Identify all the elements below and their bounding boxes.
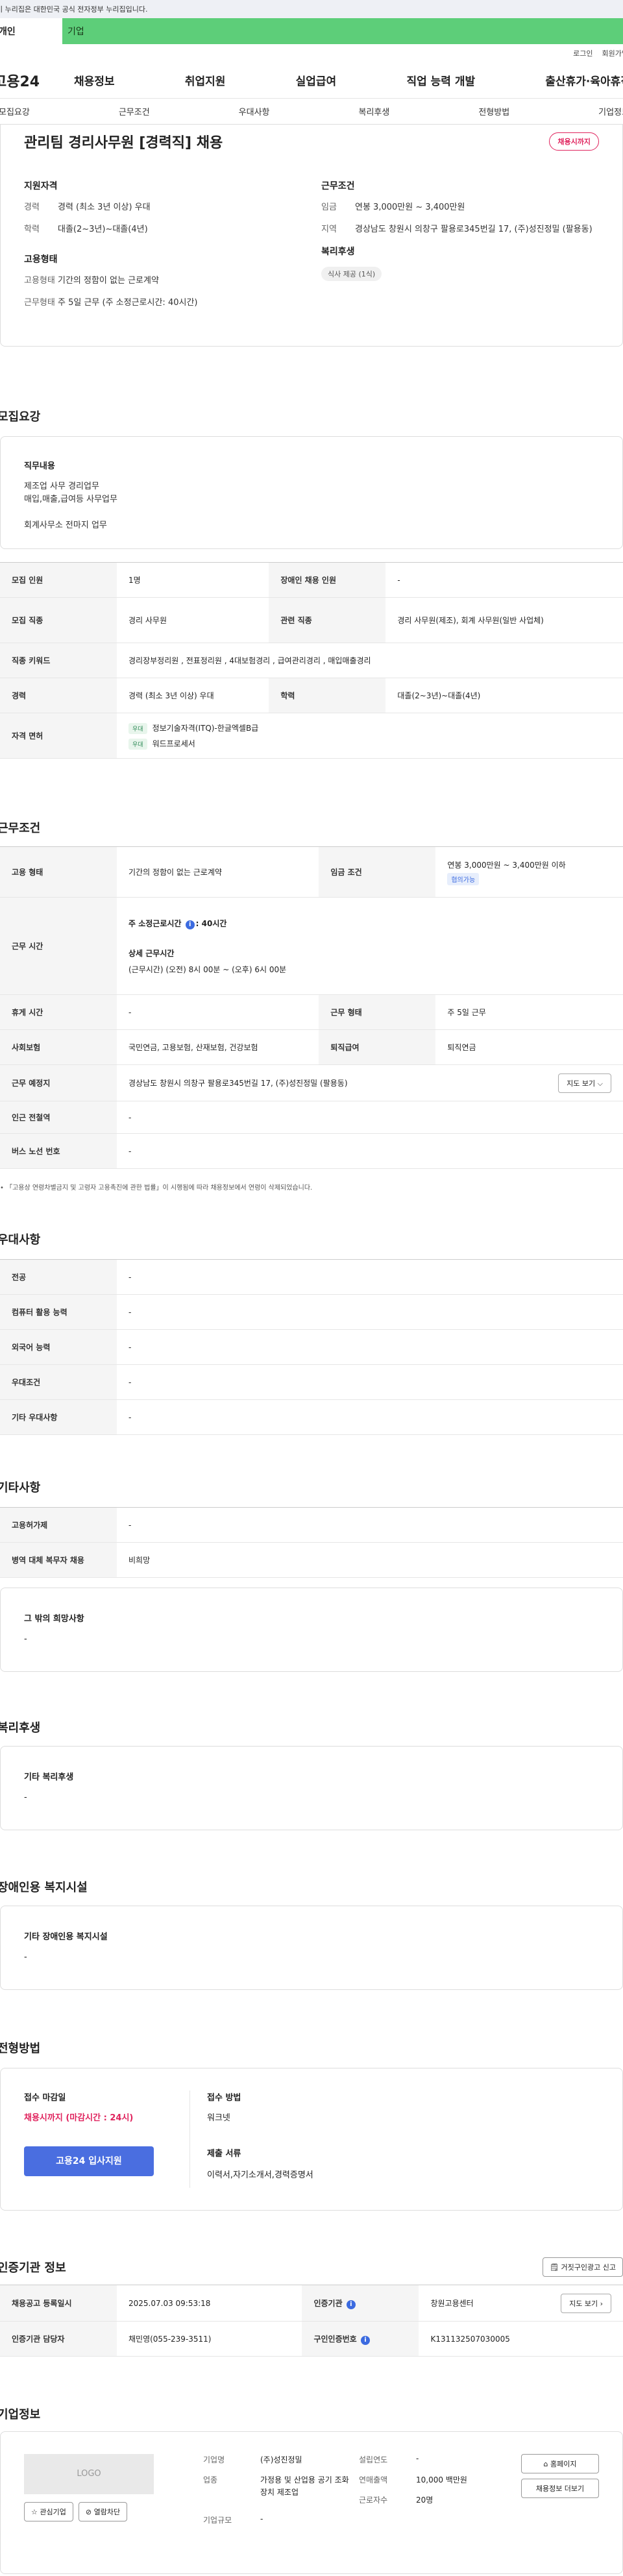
job-summary-card: 관리팀 경리사무원 [경력직] 채용 채용시까지 지원자격 경력 경력 (최소 3… — [0, 125, 623, 347]
welfare-box: 기타 복리후생 - — [0, 1746, 623, 1830]
info-icon[interactable]: i — [346, 2300, 356, 2309]
summary-qualification: 지원자격 경력 경력 (최소 3년 이상) 우대 학력 대졸(2~3년)~대졸(4년… — [24, 179, 302, 236]
info-icon[interactable]: i — [360, 2335, 370, 2345]
pref-section: 우대사항 — [0, 1233, 41, 1247]
duty-line — [24, 506, 599, 519]
gnb-item-parental-leave[interactable]: 출산휴가·육아휴직 — [545, 72, 623, 88]
gnb-menu: 채용정보 취업지원 실업급여 직업 능력 개발 출산휴가·육아휴직 — [45, 72, 623, 88]
gnb-item-training[interactable]: 직업 능력 개발 — [406, 72, 475, 88]
detail-hours: (근무시간) (오전) 8시 00분 ~ (오후) 6시 00분 — [128, 964, 287, 974]
tab-company[interactable]: 기업 — [62, 18, 623, 44]
age-note: • 「고용상 연령차별금지 및 고령자 고용촉진에 관한 법률」이 시행됨에 따… — [0, 1184, 313, 1192]
work-place-value: 경상남도 창원시 의창구 팔용로345번길 17, (주)성진정밀 (팔용동) — [128, 1079, 348, 1088]
info-icon[interactable]: i — [185, 920, 195, 929]
job-value: 경리 사무원 — [117, 597, 269, 643]
duty-box: 직무내용 제조업 사무 경리업무 매입,매출,급여등 사무업무 회계사무소 전마… — [0, 436, 623, 549]
gov-banner-text: 이 누리집은 대한민국 공식 전자정부 누리집입니다. — [0, 5, 148, 14]
star-icon: ☆ — [31, 2508, 38, 2516]
section-tab-welfare[interactable]: 복리후생 — [358, 105, 389, 117]
process-section: 전형방법 — [0, 2042, 41, 2055]
summary-conditions: 근무조건 임금 연봉 3,000만원 ~ 3,400만원 지역 경상남도 창원시 의… — [321, 179, 599, 236]
deadline-value: 채용시까지 (마감시간 : 24시) — [24, 2113, 134, 2123]
summary-welfare: 복리후생 식사 제공 (1식) — [321, 245, 599, 281]
license-pref-tag: 우대 — [128, 722, 147, 734]
company-logo: LOGO — [24, 2454, 154, 2494]
chevron-right-icon: › — [600, 2299, 603, 2308]
recruit-section: 모집요강 — [0, 408, 623, 424]
block-icon: ⊘ — [85, 2508, 92, 2516]
map-button[interactable]: 지도 보기 ⌵ — [558, 1073, 611, 1093]
gov-banner: 이 누리집은 대한민국 공식 전자정부 누리집입니다. — [0, 0, 623, 18]
deadline-badge: 채용시까지 — [549, 132, 599, 151]
site-logo[interactable]: 고용24 — [0, 70, 45, 91]
work-table: 고용 형태 기간의 정함이 없는 근로계약 임금 조건 연봉 3,000만원 ~… — [0, 846, 623, 1192]
wish-box: 그 밖의 희망사항 - — [0, 1588, 623, 1672]
summary-region: 경상남도 창원시 의창구 팔용로345번길 17, (주)성진정밀 (팔용동) — [355, 224, 592, 234]
summary-education: 대졸(2~3년)~대졸(4년) — [58, 224, 148, 234]
wage-value: 연봉 3,000만원 ~ 3,400만원 이하 — [447, 860, 566, 870]
chevron-down-icon: ⌵ — [597, 1079, 603, 1088]
auth-section: 인증기관 정보 🗒 거짓구인광고 신고 — [0, 2257, 623, 2277]
welfare-section: 복리후생 — [0, 1721, 41, 1735]
license-list: 우대 정보기술자격(ITQ)-한글엑셀B급 우대 워드프로세서 — [117, 713, 623, 759]
section-tab-pref[interactable]: 우대사항 — [239, 105, 270, 117]
company-name: (주)성진정밀 — [260, 2455, 302, 2464]
disabled-section: 장애인용 복지시설 — [0, 1881, 88, 1895]
pref-table: 전공 - 컴퓨터 활용 능력 - 외국어 능력 - 우대조건 - 기타 우대사항 - — [0, 1259, 623, 1435]
report-icon: 🗒 — [550, 2263, 559, 2272]
license-pref-tag: 우대 — [128, 738, 147, 750]
section-tab-process[interactable]: 전형방법 — [478, 105, 509, 117]
recruit-title: 모집요강 — [0, 410, 41, 424]
favorite-company-button[interactable]: ☆ 관심기업 — [24, 2502, 73, 2521]
section-tab-recruit[interactable]: 모집요강 — [0, 105, 30, 117]
summary-employment: 고용형태 고용형태 기간의 정함이 없는 근로계약 근무형태 주 5일 근무 (주 … — [24, 254, 198, 308]
process-box: 접수 마감일 채용시까지 (마감시간 : 24시) 고용24 입사지원 접수 방… — [0, 2068, 623, 2211]
section-tabs: 모집요강 근무조건 우대사항 복리후생 전형방법 기업정보 — [0, 99, 623, 125]
util-links: 로그인 회원가입 — [0, 44, 623, 62]
auth-table: 채용공고 등록일시 2025.07.03 09:53:18 인증기관 i 창원고… — [0, 2285, 623, 2357]
gnb-item-unemployment-benefit[interactable]: 실업급여 — [296, 72, 337, 88]
etc-section: 기타사항 — [0, 1481, 41, 1495]
recruit-table: 모집 인원 1명 장애인 채용 인원 - 모집 직종 경리 사무원 관련 직종 … — [0, 562, 623, 759]
duty-line: 매입,매출,급여등 사무업무 — [24, 495, 117, 505]
summary-career: 경력 (최소 3년 이상) 우대 — [58, 202, 151, 212]
homepage-button[interactable]: ⌂ 홈페이지 — [521, 2454, 599, 2473]
gnb-item-employment-support[interactable]: 취업지원 — [185, 72, 226, 88]
negotiable-tag: 협의가능 — [447, 872, 480, 885]
company-box: LOGO ☆ 관심기업 ⊘ 열람차단 기업명 (주)성진정밀 설립연도 - 업종… — [0, 2431, 623, 2574]
job-title: 관리팀 경리사무원 [경력직] 채용 — [24, 135, 223, 151]
keyword-value: 경리장부정리원 , 전표정리원 , 4대보험경리 , 급여관리경리 , 매입매출… — [117, 643, 623, 678]
auth-map-button[interactable]: 지도 보기 › — [561, 2293, 611, 2313]
block-view-button[interactable]: ⊘ 열람차단 — [78, 2502, 128, 2521]
apply-button[interactable]: 고용24 입사지원 — [24, 2146, 154, 2176]
report-button[interactable]: 🗒 거짓구인광고 신고 — [543, 2257, 623, 2277]
summary-wage: 연봉 3,000만원 ~ 3,400만원 — [355, 202, 465, 212]
login-link[interactable]: 로그인 — [573, 48, 592, 58]
headcount-value: 1명 — [117, 562, 269, 598]
duty-line: 회계사무소 전마지 업무 — [24, 521, 107, 531]
work-section: 근무조건 — [0, 822, 41, 835]
section-tab-company[interactable]: 기업정보 — [598, 105, 623, 117]
welfare-chip: 식사 제공 (1식) — [321, 267, 382, 281]
join-link[interactable]: 회원가입 — [602, 48, 623, 58]
global-nav: 고용24 채용정보 취업지원 실업급여 직업 능력 개발 출산휴가·육아휴직 — [0, 62, 623, 99]
section-tab-work[interactable]: 근무조건 — [119, 105, 150, 117]
etc-table: 고용허가제 - 병역 대체 복무자 채용 비희망 — [0, 1507, 623, 1578]
gnb-item-jobs[interactable]: 채용정보 — [74, 72, 115, 88]
disabled-box: 기타 장애인용 복지시설 - — [0, 1906, 623, 1990]
tab-personal[interactable]: 개인 — [0, 18, 62, 44]
more-jobs-button[interactable]: 채용정보 더보기 — [521, 2479, 599, 2498]
duty-line: 제조업 사무 경리업무 — [24, 482, 99, 491]
user-type-tabs: 개인 기업 — [0, 18, 623, 44]
company-section: 기업정보 — [0, 2408, 41, 2422]
home-icon: ⌂ — [543, 2460, 548, 2468]
